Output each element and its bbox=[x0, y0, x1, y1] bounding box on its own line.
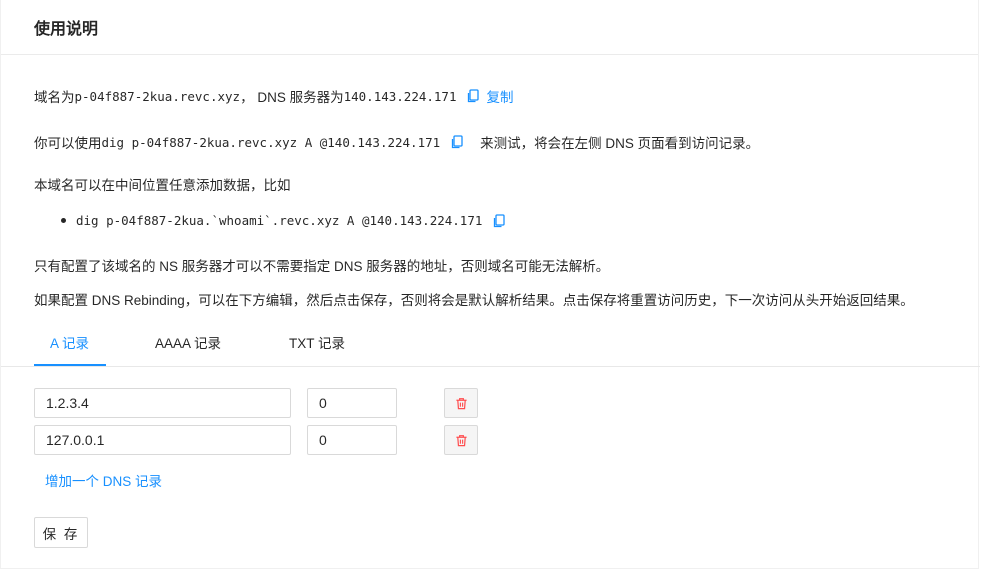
example-command: dig p-04f887-2kua.`whoami`.revc.xyz A @1… bbox=[76, 213, 483, 228]
dns-prefix: ， DNS 服务器为 bbox=[240, 90, 344, 105]
copy-icon[interactable] bbox=[466, 89, 480, 103]
copy-link[interactable]: 复制 bbox=[486, 86, 513, 106]
card-header: 使用说明 bbox=[1, 0, 978, 55]
domain-value: p-04f887-2kua.revc.xyz bbox=[74, 88, 241, 104]
copy-example-icon[interactable] bbox=[492, 213, 506, 228]
domain-info-line: 域名为 p-04f887-2kua.revc.xyz ， DNS 服务器为 14… bbox=[34, 86, 513, 106]
usage-line: 你可以使用 dig p-04f887-2kua.revc.xyz A @140.… bbox=[34, 132, 759, 152]
delete-record-button[interactable] bbox=[444, 425, 478, 455]
trash-icon bbox=[455, 397, 467, 409]
copy-command-icon[interactable] bbox=[450, 135, 464, 149]
trash-icon bbox=[455, 434, 467, 446]
usage-prefix: 你可以使用 bbox=[34, 136, 102, 151]
tab-aaaa-record[interactable]: AAAA 记录 bbox=[155, 322, 221, 365]
ns-note: 只有配置了该域名的 NS 服务器才可以不需要指定 DNS 服务器的地址，否则域名… bbox=[34, 259, 610, 274]
example-list-item: dig p-04f887-2kua.`whoami`.revc.xyz A @1… bbox=[61, 213, 506, 228]
add-dns-record-link[interactable]: 增加一个 DNS 记录 bbox=[45, 470, 162, 490]
insert-hint: 本域名可以在中间位置任意添加数据，比如 bbox=[34, 178, 291, 193]
usage-suffix: 来测试，将会在左侧 DNS 页面看到访问记录。 bbox=[480, 136, 760, 151]
record-ttl-input[interactable]: 0 bbox=[307, 388, 397, 418]
tab-txt-record[interactable]: TXT 记录 bbox=[289, 322, 345, 365]
domain-prefix: 域名为 bbox=[34, 90, 75, 105]
delete-record-button[interactable] bbox=[444, 388, 478, 418]
tab-a-record[interactable]: A 记录 bbox=[50, 322, 89, 365]
record-value-input[interactable]: 1.2.3.4 bbox=[34, 388, 291, 418]
usage-command: dig p-04f887-2kua.revc.xyz A @140.143.22… bbox=[101, 134, 441, 150]
record-tabs: A 记录 AAAA 记录 TXT 记录 bbox=[1, 322, 980, 367]
usage-card: 使用说明 域名为 p-04f887-2kua.revc.xyz ， DNS 服务… bbox=[0, 0, 980, 569]
card-title: 使用说明 bbox=[34, 21, 99, 38]
save-button[interactable]: 保 存 bbox=[34, 517, 88, 548]
active-tab-indicator bbox=[34, 364, 106, 366]
record-ttl-input[interactable]: 0 bbox=[307, 425, 397, 455]
record-value-input[interactable]: 127.0.0.1 bbox=[34, 425, 291, 455]
rebinding-note: 如果配置 DNS Rebinding，可以在下方编辑，然后点击保存，否则将会是默… bbox=[34, 293, 914, 308]
bullet bbox=[61, 218, 66, 223]
dns-ip-value: 140.143.224.171 bbox=[343, 88, 457, 104]
